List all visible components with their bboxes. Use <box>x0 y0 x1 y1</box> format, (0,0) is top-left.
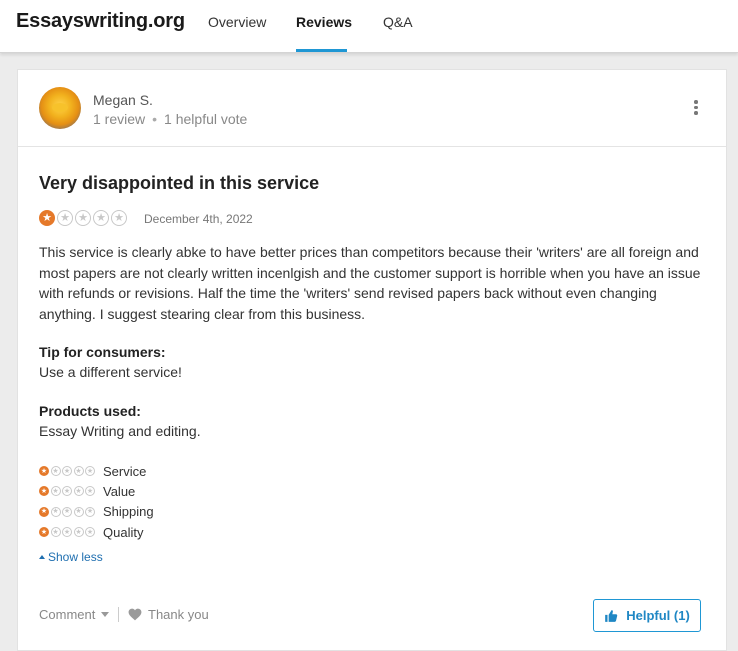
products-value: Essay Writing and editing. <box>39 423 201 439</box>
helpful-button[interactable]: Helpful (1) <box>593 599 701 632</box>
chevron-down-icon <box>101 612 110 617</box>
sunflower-avatar-icon <box>52 103 68 112</box>
helpful-label: Helpful (1) <box>626 608 690 623</box>
star-empty-icon: ★ <box>62 506 72 517</box>
heart-icon <box>128 608 142 621</box>
comment-label: Comment <box>39 607 96 622</box>
star-filled-icon: ★ <box>39 486 49 497</box>
star-empty-icon: ★ <box>73 466 84 477</box>
tab-reviews[interactable]: Reviews <box>296 14 352 30</box>
tab-qa[interactable]: Q&A <box>383 14 413 30</box>
reviewer-name[interactable]: Megan S. <box>93 92 153 108</box>
active-tab-indicator <box>296 49 347 52</box>
more-options-icon[interactable] <box>691 100 701 118</box>
star-empty-icon: ★ <box>85 486 95 497</box>
star-empty-icon: ★ <box>62 527 72 538</box>
star-empty-icon: ★ <box>57 210 73 226</box>
review-body: This service is clearly abke to have bet… <box>39 244 701 322</box>
show-less-label: Show less <box>48 550 103 564</box>
star-empty-icon: ★ <box>73 527 84 538</box>
sub-rating-row: ★ ★ ★ ★ ★ Value <box>39 481 154 501</box>
star-empty-icon: ★ <box>85 466 95 477</box>
star-filled-icon: ★ <box>39 466 49 477</box>
star-filled-icon: ★ <box>39 210 55 226</box>
thumbs-up-icon <box>605 609 618 622</box>
helpful-vote-count: 1 helpful vote <box>164 111 248 127</box>
star-empty-icon: ★ <box>85 506 95 517</box>
sub-rating-row: ★ ★ ★ ★ ★ Shipping <box>39 502 154 522</box>
star-empty-icon: ★ <box>85 527 95 538</box>
star-empty-icon: ★ <box>93 210 109 226</box>
sub-rating-label: Value <box>103 483 136 499</box>
star-empty-icon: ★ <box>75 210 91 226</box>
tab-overview[interactable]: Overview <box>208 14 266 30</box>
sub-rating-stars: ★ ★ ★ ★ ★ <box>39 486 95 497</box>
sub-rating-row: ★ ★ ★ ★ ★ Quality <box>39 522 154 542</box>
star-rating: ★ ★ ★ ★ ★ <box>39 210 127 226</box>
show-less-link[interactable]: Show less <box>39 550 103 564</box>
avatar[interactable] <box>39 87 81 129</box>
sub-rating-label: Shipping <box>103 504 154 520</box>
sub-ratings-list: ★ ★ ★ ★ ★ Service ★ ★ ★ ★ ★ Value ★ ★ ★ ★ ★ Shipping ★ ★ ★ ★ ★… <box>39 461 154 542</box>
comment-button[interactable]: Comment <box>39 607 110 622</box>
sub-rating-label: Quality <box>103 524 144 540</box>
sub-rating-row: ★ ★ ★ ★ ★ Service <box>39 461 154 481</box>
star-empty-icon: ★ <box>73 506 84 517</box>
sub-rating-stars: ★ ★ ★ ★ ★ <box>39 527 95 538</box>
star-empty-icon: ★ <box>111 210 127 226</box>
review-card: Megan S. 1 review • 1 helpful vote Very di… <box>17 69 727 651</box>
star-empty-icon: ★ <box>73 486 84 497</box>
star-empty-icon: ★ <box>50 506 61 517</box>
star-empty-icon: ★ <box>62 486 72 497</box>
reviewer-meta: 1 review • 1 helpful vote <box>93 111 247 127</box>
caret-up-icon <box>39 555 45 559</box>
tip-value: Use a different service! <box>39 364 182 380</box>
star-empty-icon: ★ <box>62 466 72 477</box>
review-title: Very disappointed in this service <box>39 173 320 193</box>
top-nav-bar: Essayswriting.org Overview Reviews Q&A <box>0 0 738 53</box>
thank-you-button[interactable]: Thank you <box>128 607 209 622</box>
brand-logo[interactable]: Essayswriting.org <box>16 10 185 33</box>
sub-rating-stars: ★ ★ ★ ★ ★ <box>39 466 95 477</box>
star-empty-icon: ★ <box>50 527 61 538</box>
thank-you-label: Thank you <box>148 607 209 622</box>
header-divider <box>18 146 726 147</box>
star-filled-icon: ★ <box>39 527 49 538</box>
sub-rating-stars: ★ ★ ★ ★ ★ <box>39 506 95 517</box>
star-filled-icon: ★ <box>39 506 49 517</box>
sub-rating-label: Service <box>103 463 147 479</box>
meta-separator: • <box>152 111 158 127</box>
products-label: Products used: <box>39 403 141 419</box>
review-date: December 4th, 2022 <box>144 212 253 226</box>
tip-label: Tip for consumers: <box>39 344 166 360</box>
review-count: 1 review <box>93 111 146 127</box>
action-divider <box>118 607 119 622</box>
star-empty-icon: ★ <box>50 466 61 477</box>
star-empty-icon: ★ <box>50 486 61 497</box>
